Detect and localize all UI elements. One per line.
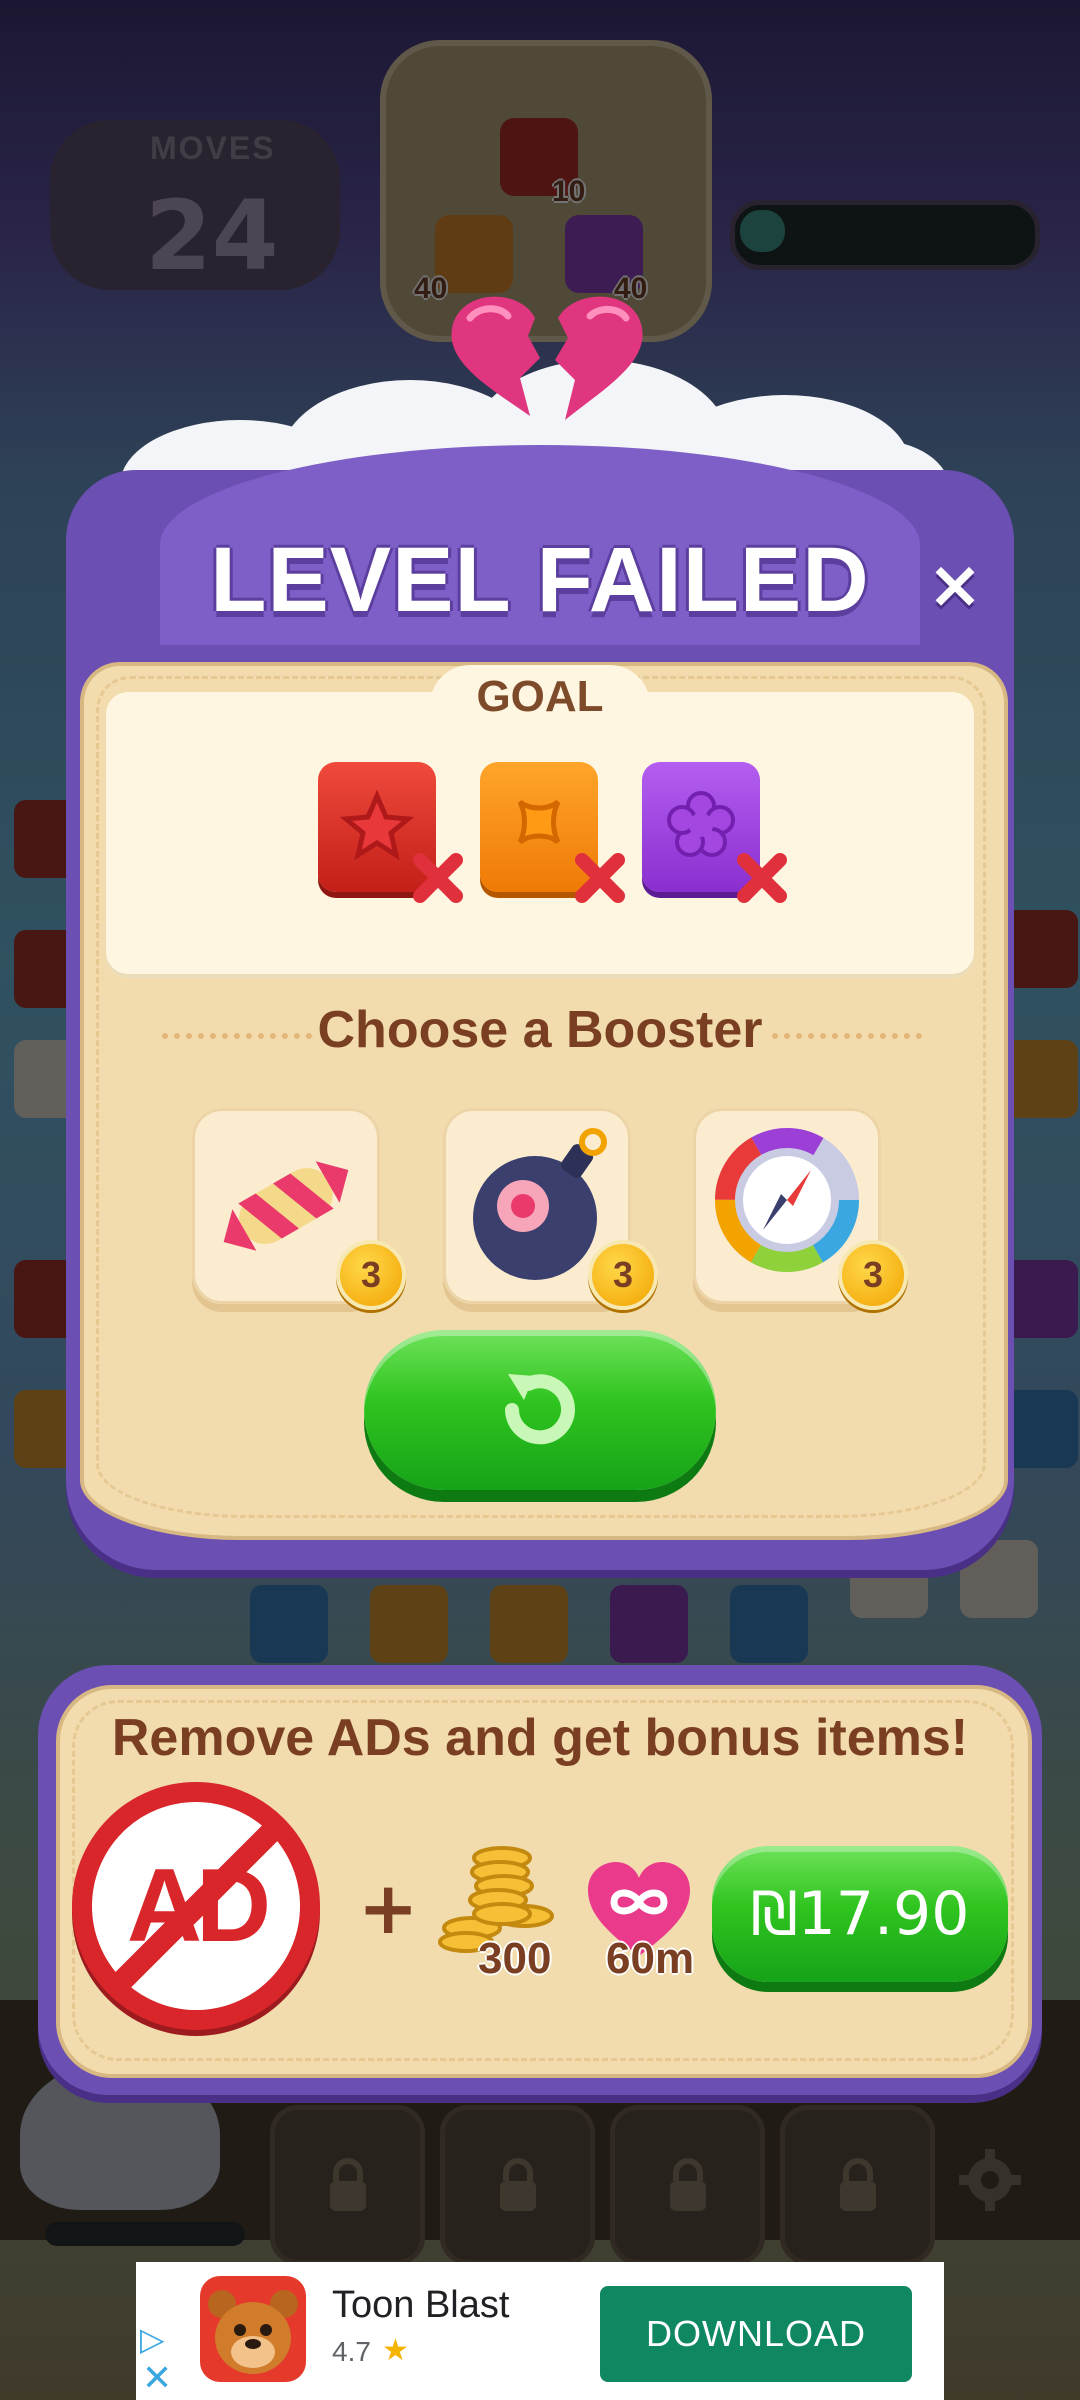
close-button[interactable]: × (920, 550, 990, 620)
ad-rating: 4.7 (332, 2336, 371, 2367)
goal-failed-x-icon (737, 853, 787, 903)
board-tile (370, 1585, 448, 1663)
mascot-progress (45, 2222, 245, 2246)
offer-title: Remove ADs and get bonus items! (111, 1709, 969, 1767)
hearts-duration: 60m (606, 1934, 695, 1983)
booster-count-badge: 3 (588, 1240, 658, 1310)
app-icon[interactable] (200, 2276, 306, 2382)
board-tile (490, 1585, 568, 1663)
dialog-title: LEVEL FAILED (210, 529, 870, 631)
settings-gear-icon (959, 2149, 1021, 2211)
plus-sign: + (358, 1866, 419, 1950)
booster-count-badge: 3 (838, 1240, 908, 1310)
goal-label: GOAL (476, 672, 604, 721)
booster-count-badge: 3 (336, 1240, 406, 1310)
board-tile (730, 1585, 808, 1663)
lock-icon (499, 2158, 536, 2211)
rating-star-icon: ★ (382, 2333, 409, 2368)
locked-slot (610, 2105, 765, 2265)
broken-heart-icon (451, 296, 643, 420)
booster-heading: Choose a Booster (317, 1001, 763, 1059)
no-ads-icon: AD (72, 1782, 320, 2030)
moves-count: 24 (145, 180, 279, 292)
star-progress-fill (740, 210, 785, 252)
lock-icon (329, 2158, 366, 2211)
lock-icon (669, 2158, 706, 2211)
ad-close-button[interactable]: ✕ (142, 2358, 172, 2399)
locked-slot (270, 2105, 425, 2265)
lock-icon (839, 2158, 876, 2211)
retry-icon (505, 1374, 575, 1445)
board-tile (250, 1585, 328, 1663)
moves-label: MOVES (150, 130, 276, 166)
ad-app-name[interactable]: Toon Blast (332, 2284, 509, 2327)
retry-button[interactable] (364, 1330, 716, 1490)
locked-slot (440, 2105, 595, 2265)
download-button[interactable]: DOWNLOAD (600, 2286, 912, 2382)
goal-failed-x-icon (413, 853, 463, 903)
locked-slot (780, 2105, 935, 2265)
ad-choices-icon[interactable]: ▷ (140, 2320, 165, 2358)
coins-amount: 300 (478, 1934, 552, 1983)
top-goal-count-red: 10 (552, 175, 586, 208)
board-tile (610, 1585, 688, 1663)
bear-app-icon (208, 2290, 298, 2374)
goal-failed-x-icon (575, 853, 625, 903)
buy-button[interactable]: ₪17.90 (712, 1846, 1008, 1982)
